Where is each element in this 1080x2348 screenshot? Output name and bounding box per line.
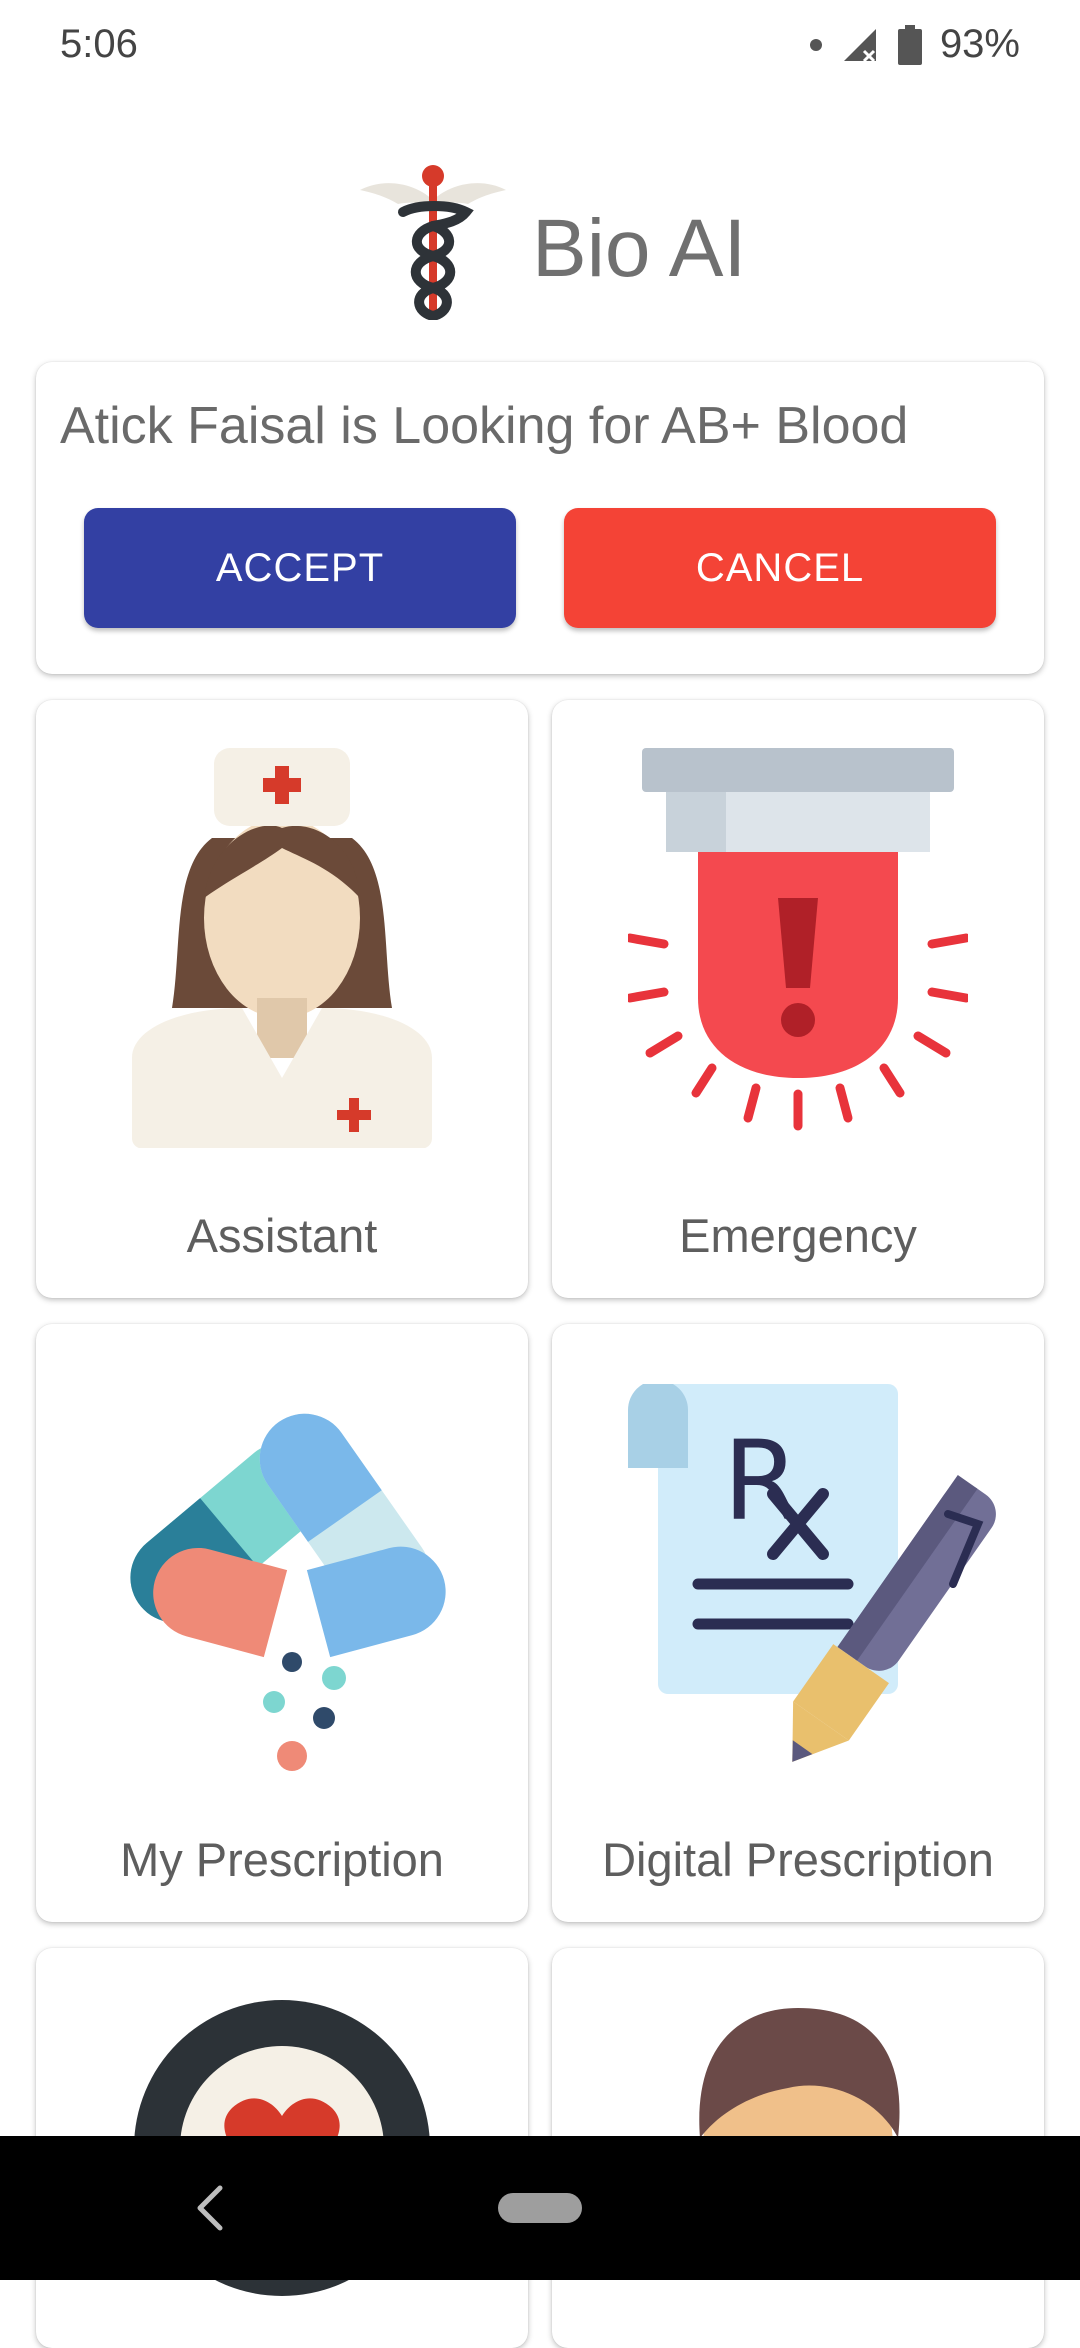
status-bar: 5:06 93%: [0, 0, 1080, 96]
my-prescription-tile[interactable]: My Prescription: [36, 1324, 528, 1922]
status-icons: 93%: [809, 22, 1020, 67]
caduceus-logo-icon: [360, 165, 506, 320]
blood-request-message: Atick Faisal is Looking for AB+ Blood: [60, 397, 909, 455]
app-header: Bio AI: [0, 150, 1080, 330]
blood-request-card: Atick Faisal is Looking for AB+ Blood AC…: [36, 362, 1044, 674]
signal-icon: [843, 28, 876, 62]
svg-text:R: R: [723, 1417, 799, 1545]
digital-prescription-label: Digital Prescription: [602, 1833, 994, 1886]
cancel-button[interactable]: CANCEL: [564, 508, 996, 628]
assistant-tile[interactable]: Assistant: [36, 700, 528, 1298]
siren-icon: [628, 748, 968, 1131]
battery-percent: 93%: [939, 22, 1020, 66]
pills-icon: [130, 1413, 446, 1771]
navigation-bar: [0, 2136, 1080, 2280]
home-pill-button[interactable]: [498, 2193, 582, 2223]
accept-button[interactable]: ACCEPT: [84, 508, 516, 628]
back-icon[interactable]: [190, 2180, 230, 2236]
battery-icon: [897, 24, 922, 65]
notification-dot-icon: [809, 38, 822, 51]
emergency-tile[interactable]: Emergency: [552, 700, 1044, 1298]
digital-prescription-tile[interactable]: R Digital Prescription: [552, 1324, 1044, 1922]
nurse-icon: [132, 748, 432, 1148]
rx-pen-icon: R: [628, 1384, 996, 1762]
app-title: Bio AI: [532, 203, 747, 294]
status-time: 5:06: [60, 22, 138, 66]
assistant-label: Assistant: [186, 1209, 378, 1262]
my-prescription-label: My Prescription: [120, 1833, 444, 1886]
emergency-label: Emergency: [679, 1209, 917, 1262]
